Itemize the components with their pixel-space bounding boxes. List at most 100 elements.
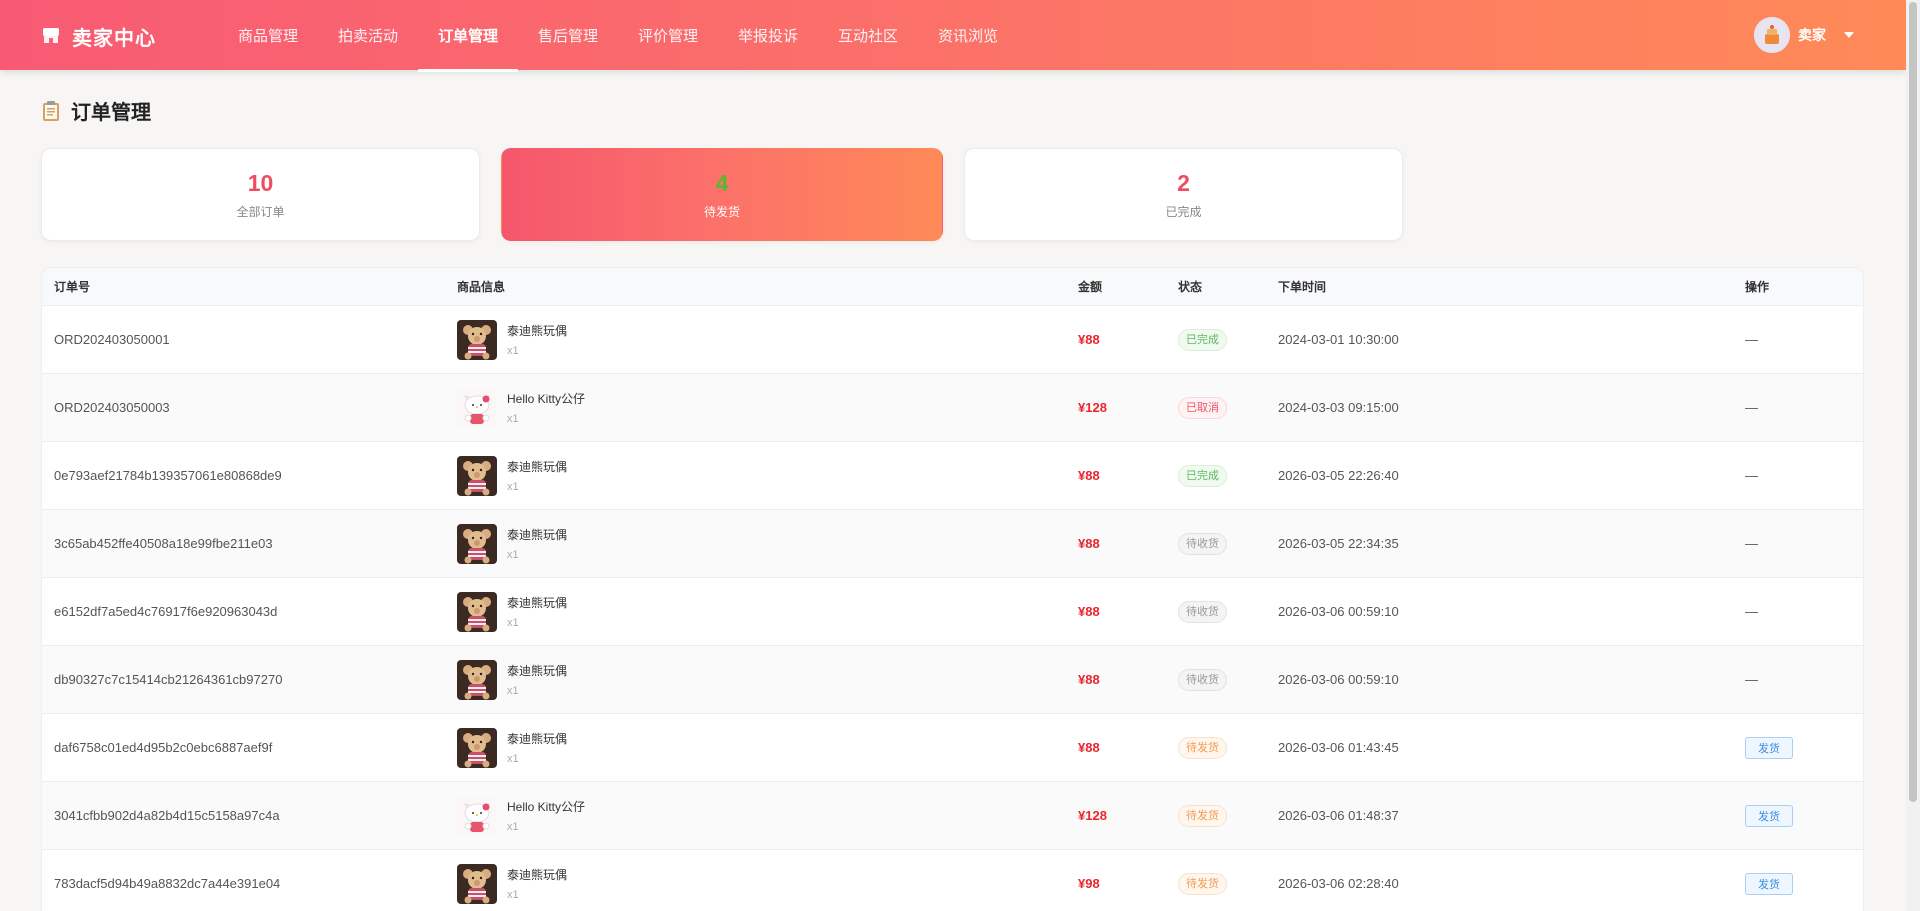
table-row: 3c65ab452ffe40508a18e99fbe211e03 泰迪熊玩偶 x1 ¥… xyxy=(42,510,1863,578)
order-amount: ¥88 xyxy=(1078,672,1100,687)
product-thumbnail[interactable] xyxy=(457,523,497,564)
table-row: 0e793aef21784b139357061e80868de9 泰迪熊玩偶 x1 ¥… xyxy=(42,442,1863,510)
clipboard-icon xyxy=(43,100,59,121)
no-action: — xyxy=(1745,400,1758,415)
nav-auctions[interactable]: 拍卖活动 xyxy=(318,0,418,70)
product-info[interactable]: Hello Kitty公仔 x1 xyxy=(457,795,1078,836)
action-cell: — xyxy=(1745,672,1863,687)
action-cell: — xyxy=(1745,536,1863,551)
stat-completed[interactable]: 2 已完成 xyxy=(964,148,1403,241)
nav-products[interactable]: 商品管理 xyxy=(218,0,318,70)
nav-reports[interactable]: 举报投诉 xyxy=(718,0,818,70)
nav-news[interactable]: 资讯浏览 xyxy=(918,0,1018,70)
nav-label: 举报投诉 xyxy=(737,27,798,45)
product-info[interactable]: Hello Kitty公仔 x1 xyxy=(457,387,1078,428)
product-thumbnail[interactable] xyxy=(457,727,497,768)
product-quantity: x1 xyxy=(507,616,519,629)
scrollbar-thumb[interactable] xyxy=(1909,2,1917,802)
order-time: 2026-03-05 22:34:35 xyxy=(1278,536,1399,551)
product-thumbnail[interactable] xyxy=(457,319,497,360)
page-title: 订单管理 xyxy=(41,96,151,125)
product-quantity: x1 xyxy=(507,888,519,901)
stat-all-orders[interactable]: 10 全部订单 xyxy=(41,148,480,241)
nav-label: 评价管理 xyxy=(637,27,698,45)
table-row: db90327c7c15414cb21264361cb97270 泰迪熊玩偶 x1 ¥… xyxy=(42,646,1863,714)
no-action: — xyxy=(1745,604,1758,619)
nav-orders[interactable]: 订单管理 xyxy=(418,0,518,72)
scrollbar[interactable] xyxy=(1906,0,1920,911)
avatar xyxy=(1754,17,1790,53)
status-badge: 已完成 xyxy=(1178,328,1227,351)
table-row: ORD202403050001 泰迪熊玩偶 x1 ¥88 已完成 2024-03-01 1… xyxy=(42,306,1863,374)
brand[interactable]: 卖家中心 xyxy=(40,22,156,50)
order-time: 2026-03-05 22:26:40 xyxy=(1278,468,1399,483)
product-name: 泰迪熊玩偶 xyxy=(507,323,568,338)
product-info[interactable]: 泰迪熊玩偶 x1 xyxy=(457,523,1078,564)
product-quantity: x1 xyxy=(507,684,519,697)
stat-label: 全部订单 xyxy=(236,205,285,219)
product-info[interactable]: 泰迪熊玩偶 x1 xyxy=(457,455,1078,496)
col-time: 下单时间 xyxy=(1278,280,1327,294)
order-id: 3041cfbb902d4a82b4d15c5158a97c4a xyxy=(54,808,280,823)
product-info[interactable]: 泰迪熊玩偶 x1 xyxy=(457,591,1078,632)
product-thumbnail[interactable] xyxy=(457,659,497,700)
action-cell: — xyxy=(1745,468,1863,483)
product-thumbnail[interactable] xyxy=(457,863,497,904)
order-amount: ¥88 xyxy=(1078,604,1100,619)
product-thumbnail[interactable] xyxy=(457,591,497,632)
stat-pending-shipment[interactable]: 4 待发货 xyxy=(501,148,943,241)
nav-after-sales[interactable]: 售后管理 xyxy=(518,0,618,70)
product-thumbnail[interactable] xyxy=(457,795,497,836)
product-name: 泰迪熊玩偶 xyxy=(507,663,568,678)
status-badge: 待收货 xyxy=(1178,532,1227,555)
product-thumbnail[interactable] xyxy=(457,387,497,428)
order-time: 2024-03-01 10:30:00 xyxy=(1278,332,1399,347)
user-menu[interactable]: 卖家 xyxy=(1754,17,1854,53)
col-action: 操作 xyxy=(1745,280,1770,294)
col-amount: 金额 xyxy=(1078,280,1103,294)
order-time: 2024-03-03 09:15:00 xyxy=(1278,400,1399,415)
action-cell: — xyxy=(1745,400,1863,415)
stat-label: 已完成 xyxy=(1165,205,1202,219)
product-quantity: x1 xyxy=(507,344,519,357)
nav-reviews[interactable]: 评价管理 xyxy=(618,0,718,70)
status-badge: 待收货 xyxy=(1178,668,1227,691)
stat-value: 2 xyxy=(1177,170,1190,196)
ship-button[interactable]: 发货 xyxy=(1745,872,1793,895)
order-id: 0e793aef21784b139357061e80868de9 xyxy=(54,468,282,483)
nav-label: 售后管理 xyxy=(537,27,598,45)
order-id: 783dacf5d94b49a8832dc7a44e391e04 xyxy=(54,876,281,891)
product-thumbnail[interactable] xyxy=(457,455,497,496)
action-cell: 发货 xyxy=(1745,872,1863,895)
action-cell: 发货 xyxy=(1745,736,1863,759)
order-amount: ¥98 xyxy=(1078,876,1100,891)
stat-label: 待发货 xyxy=(703,205,740,219)
product-name: 泰迪熊玩偶 xyxy=(507,731,568,746)
ship-button[interactable]: 发货 xyxy=(1745,736,1793,759)
product-info[interactable]: 泰迪熊玩偶 x1 xyxy=(457,863,1078,904)
chevron-down-icon[interactable] xyxy=(1844,32,1854,38)
order-amount: ¥88 xyxy=(1078,332,1100,347)
product-name: 泰迪熊玩偶 xyxy=(507,459,568,474)
nav-label: 拍卖活动 xyxy=(337,27,398,45)
product-quantity: x1 xyxy=(507,480,519,493)
product-name: 泰迪熊玩偶 xyxy=(507,595,568,610)
nav-label: 订单管理 xyxy=(437,27,498,45)
order-id: 3c65ab452ffe40508a18e99fbe211e03 xyxy=(54,536,273,551)
nav-label: 资讯浏览 xyxy=(937,27,998,45)
product-name: Hello Kitty公仔 xyxy=(507,391,586,406)
shop-icon xyxy=(43,28,59,43)
product-name: 泰迪熊玩偶 xyxy=(507,527,568,542)
top-navbar: 卖家中心 商品管理 拍卖活动 订单管理 售后管理 评价管理 举报投诉 互动社区 … xyxy=(0,0,1906,72)
order-amount: ¥128 xyxy=(1078,400,1107,415)
product-info[interactable]: 泰迪熊玩偶 x1 xyxy=(457,319,1078,360)
page-title-text: 订单管理 xyxy=(71,102,151,124)
product-info[interactable]: 泰迪熊玩偶 x1 xyxy=(457,659,1078,700)
order-amount: ¥88 xyxy=(1078,468,1100,483)
product-quantity: x1 xyxy=(507,752,519,765)
product-info[interactable]: 泰迪熊玩偶 x1 xyxy=(457,727,1078,768)
user-name: 卖家 xyxy=(1798,27,1826,43)
action-cell: — xyxy=(1745,332,1863,347)
ship-button[interactable]: 发货 xyxy=(1745,804,1793,827)
nav-community[interactable]: 互动社区 xyxy=(818,0,918,70)
